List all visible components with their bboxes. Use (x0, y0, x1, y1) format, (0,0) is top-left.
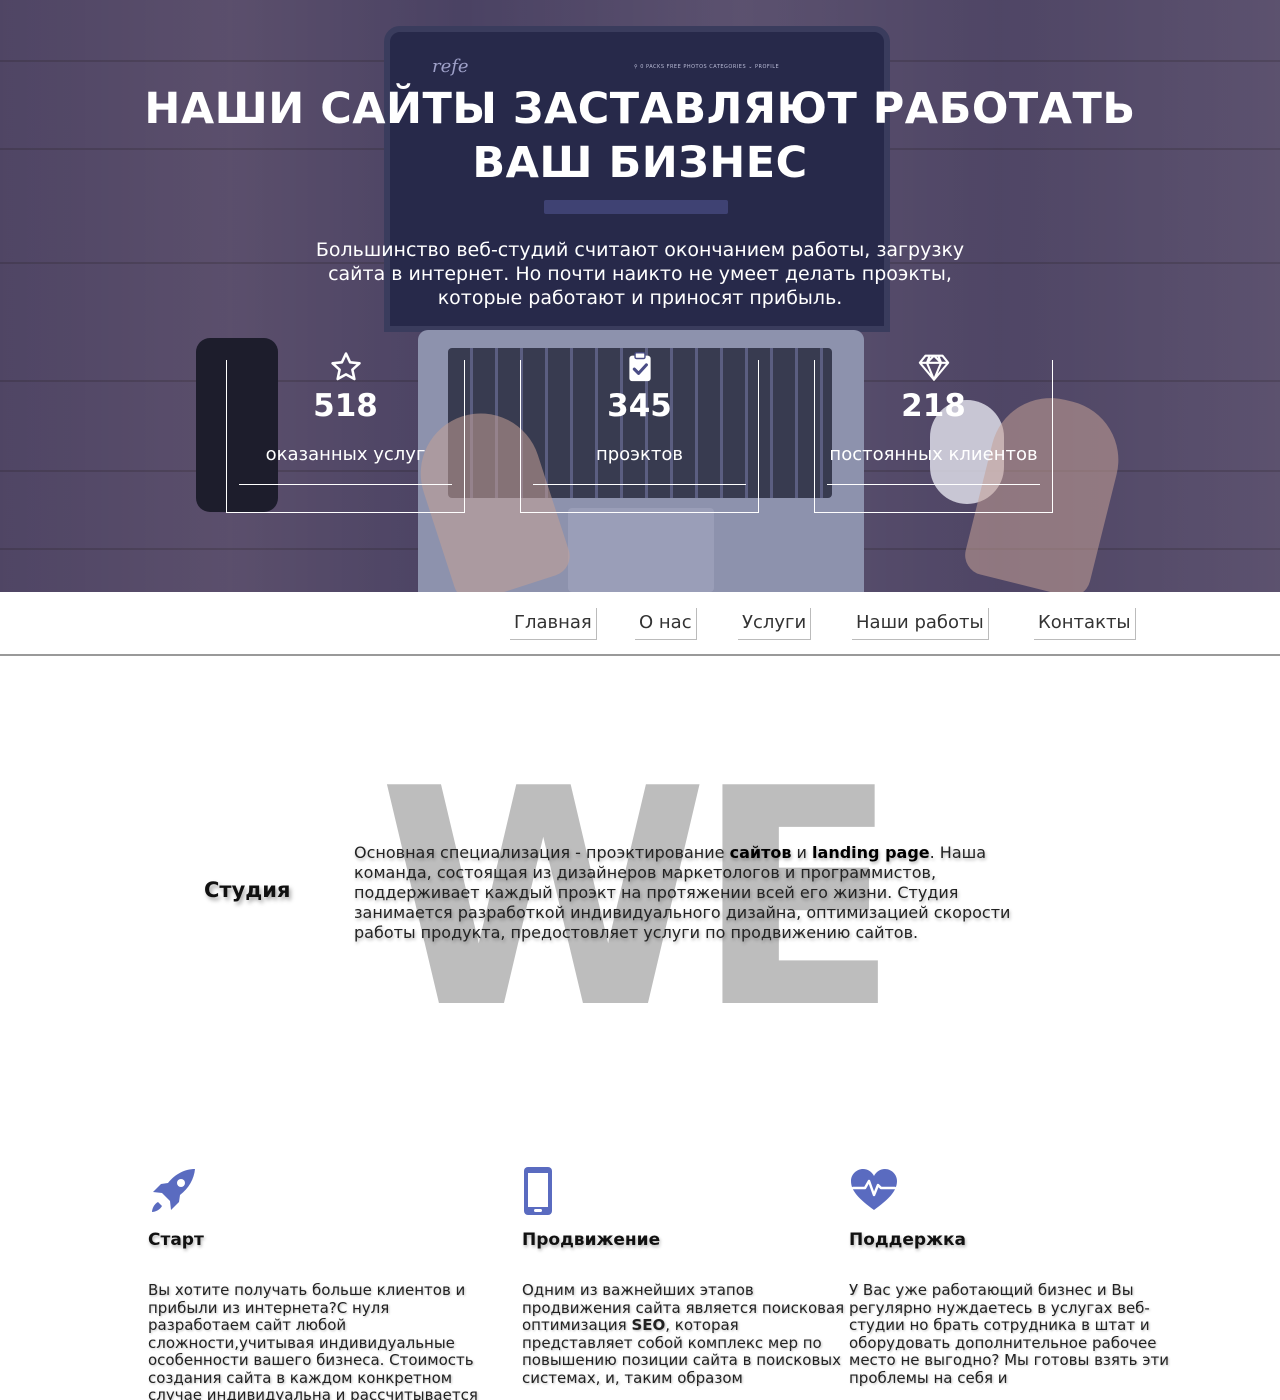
studio-text-part: и (791, 843, 813, 862)
stat-number: 218 (901, 388, 966, 424)
hero-subtitle-line2: сайта в интернет. Но почти наикто не уме… (328, 263, 952, 285)
screen-nav: ⚲ 0 PACKS FREE PHOTOS CATEGORIES ⌄ PROFI… (634, 64, 780, 70)
stat-divider (827, 484, 1040, 485)
clipboard-check-icon (629, 352, 651, 382)
service-title: Продвижение (522, 1230, 661, 1250)
heart-pulse-icon (851, 1169, 897, 1210)
hero-subtitle-line3: которые работают и приносят прибыль. (437, 287, 843, 309)
studio-text-bold-sites: сайтов (729, 843, 792, 862)
trackpad-image (568, 508, 714, 592)
service-start: Старт Вы хотите получать больше клиентов… (148, 1166, 488, 1400)
studio-text-part: Основная специализация - проэктирование (354, 843, 730, 862)
stat-divider (533, 484, 746, 485)
service-title: Поддержка (849, 1230, 966, 1250)
stat-label: постоянных клиентов (829, 444, 1038, 465)
studio-title: Студия (204, 878, 291, 902)
smartphone-icon (524, 1167, 552, 1215)
screen-logo: refe (432, 56, 469, 77)
stat-number: 345 (607, 388, 672, 424)
hero-subtitle: Большинство веб-студий считают окончание… (280, 238, 1000, 310)
stat-clients: 218 постоянных клиентов (814, 354, 1053, 513)
hero-subtitle-line1: Большинство веб-студий считают окончание… (315, 239, 965, 261)
nav-item-contacts[interactable]: Контакты (1034, 608, 1136, 640)
screen-search-bar (544, 200, 728, 214)
hero-title-line2: ВАШ БИЗНЕС (472, 138, 808, 188)
stat-services: 518 оказанных услуг (226, 352, 465, 513)
stat-label: оказанных услуг (265, 444, 426, 465)
service-promotion: Продвижение Одним из важнейших этапов пр… (522, 1166, 862, 1386)
nav-item-services[interactable]: Услуги (738, 608, 812, 640)
service-title: Старт (148, 1230, 204, 1250)
service-text: Вы хотите получать больше клиентов и при… (148, 1281, 478, 1400)
studio-text-bold-landing: landing page (812, 843, 930, 862)
nav-item-about[interactable]: О нас (635, 608, 697, 640)
stat-divider (239, 484, 452, 485)
service-support: Поддержка У Вас уже работающий бизнес и … (849, 1166, 1189, 1386)
studio-description: Основная специализация - проэктирование … (354, 843, 1054, 943)
stat-projects: 345 проэктов (520, 352, 759, 513)
nav-item-portfolio[interactable]: Наши работы (852, 608, 989, 640)
diamond-icon (918, 354, 950, 381)
hero-title-line1: НАШИ САЙТЫ ЗАСТАВЛЯЮТ РАБОТАТЬ (144, 84, 1136, 134)
star-icon (331, 352, 361, 381)
nav-item-home[interactable]: Главная (510, 608, 597, 640)
stat-number: 518 (313, 388, 378, 424)
service-text: У Вас уже работающий бизнес и Вы регуляр… (849, 1281, 1169, 1387)
stat-label: проэктов (595, 444, 684, 465)
rocket-icon (152, 1169, 195, 1212)
hero-title: НАШИ САЙТЫ ЗАСТАВЛЯЮТ РАБОТАТЬ ВАШ БИЗНЕ… (140, 82, 1140, 190)
service-text-bold-seo: SEO (631, 1316, 666, 1334)
hero-section: refe ⚲ 0 PACKS FREE PHOTOS CATEGORIES ⌄ … (0, 0, 1280, 592)
main-nav: Главная О нас Услуги Наши работы Контакт… (0, 592, 1280, 656)
service-text: Одним из важнейших этапов продвижения са… (522, 1281, 852, 1387)
